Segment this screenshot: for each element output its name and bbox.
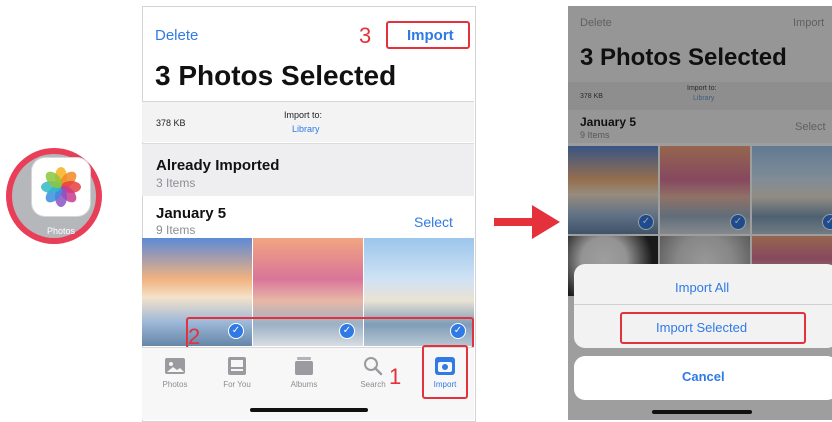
step-number-3: 3 [359,23,372,48]
tab-for-you[interactable]: For You [212,356,262,389]
app-icon-label: Photos [46,226,76,236]
import-info-bar [142,102,474,142]
photos-app-icon[interactable] [32,158,90,216]
import-selected-button[interactable]: Import Selected [656,320,747,335]
phone-screen-content: Delete 3 Import 3 Photos Selected 378 KB… [142,6,474,420]
photos-app-icon-badge: Photos [6,148,102,244]
divider [574,304,832,305]
delete-button[interactable]: Delete [155,27,198,44]
photos-flower-icon [41,167,81,207]
import-all-button[interactable]: Import All [675,280,729,295]
import-tab-highlight [422,345,468,399]
photos-tab-icon [165,358,185,374]
tab-photos[interactable]: Photos [150,356,200,389]
select-button[interactable]: Select [414,214,453,230]
import-destination-link[interactable]: Library [292,124,320,134]
tab-albums[interactable]: Albums [279,356,329,389]
page-title: 3 Photos Selected [155,60,397,91]
albums-tab-icon [295,357,313,375]
import-to-label: Import to: [284,110,323,120]
phone-screen-import-sheet: Delete Import 3 Photos Selected 378 KB I… [568,6,832,420]
home-indicator[interactable] [250,408,368,412]
step-number-1: 1 [389,364,402,389]
cancel-button[interactable]: Cancel [682,369,725,384]
home-indicator[interactable] [652,410,752,414]
group-date: January 5 [156,205,227,222]
group-count: 9 Items [156,223,196,237]
already-imported-title[interactable]: Already Imported [156,157,279,174]
already-imported-count: 3 Items [156,176,196,190]
for-you-tab-icon [228,357,246,375]
import-button[interactable]: Import [407,27,454,44]
right-arrow-icon [494,205,560,239]
selection-size: 378 KB [156,118,186,128]
search-icon [364,357,383,376]
